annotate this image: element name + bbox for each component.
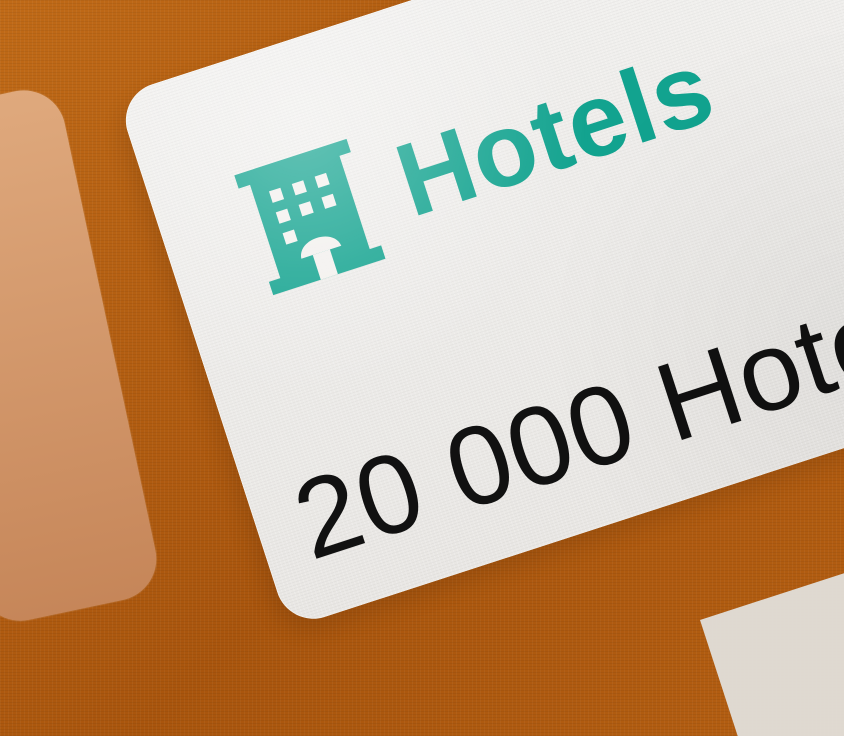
hotel-header: Hotels	[219, 10, 733, 310]
hotel-title: Hotels	[383, 28, 728, 240]
card-edge	[700, 552, 844, 736]
hotel-building-icon	[234, 138, 386, 296]
hotel-card[interactable]: Hotels 20 000 Hotels	[116, 0, 844, 629]
hotel-count: 20 000 Hotels	[279, 246, 844, 584]
hotel-scene: Hotels 20 000 Hotels	[0, 0, 844, 736]
